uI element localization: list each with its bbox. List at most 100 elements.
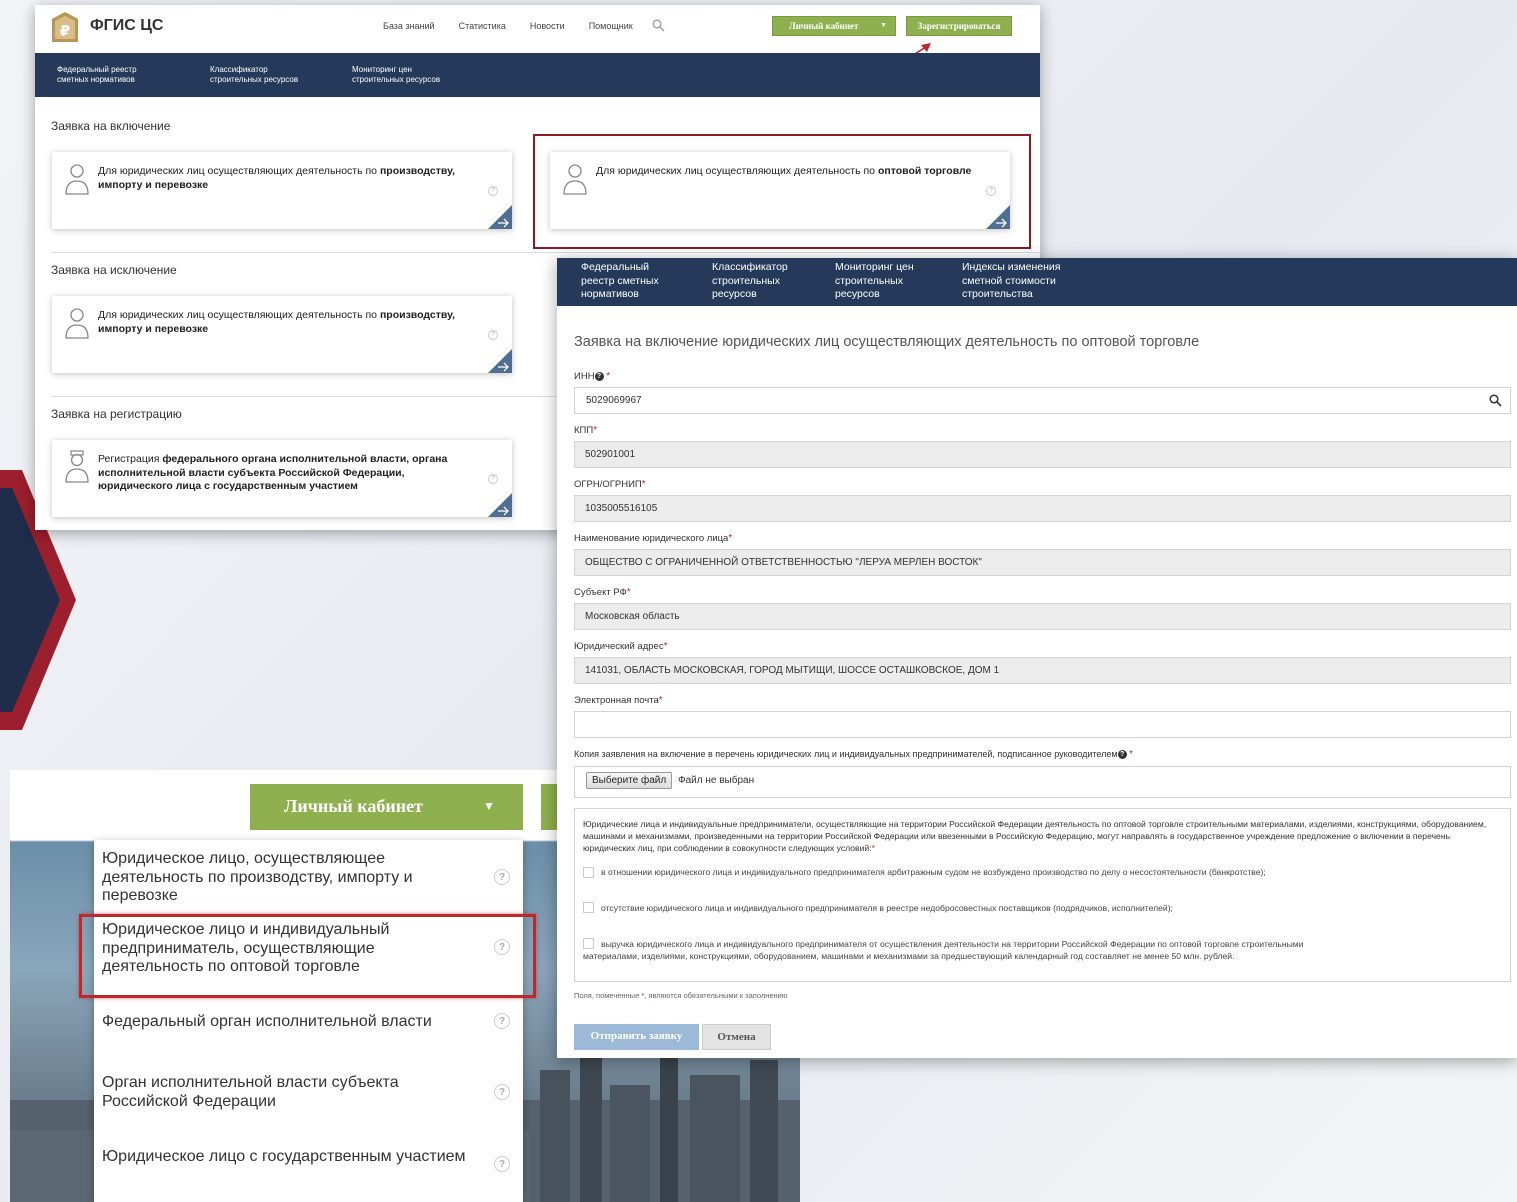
chevron-down-icon: ▼ [483,799,495,813]
cabinet-dropdown-button[interactable]: Личный кабинет ▼ [250,784,523,830]
arrow-corner-icon[interactable] [488,349,512,373]
person-icon [65,308,89,339]
application-form-screenshot: Федеральный реестр сметных нормативов Кл… [557,258,1517,1058]
dropdown-item-state-participation[interactable]: Юридическое лицо с государственным участ… [102,1148,472,1167]
portal-top-nav: База знаний Статистика Новости Помощник [383,21,633,31]
required-asterisk: * [641,479,646,490]
cabinet-dropdown-menu: Юридическое лицо, осуществляющее деятель… [94,840,523,1202]
menu-classifier[interactable]: Классификатор строительных ресурсов [210,65,298,85]
cabinet-dropdown-button[interactable]: Личный кабинет ▼ [772,16,896,36]
legal-address-input[interactable]: 141031, ОБЛАСТЬ МОСКОВСКАЯ, ГОРОД МЫТИЩИ… [574,657,1511,684]
condition-text-1: в отношении юридического лица и индивиду… [601,867,1266,877]
help-icon[interactable]: ? [494,1156,510,1172]
required-note-after: , являются обязательными к заполнению [644,991,788,1000]
region-input[interactable]: Московская область [574,603,1511,630]
choose-file-button[interactable]: Выберите файл [586,772,673,789]
dropdown-item-regional-authority[interactable]: Орган исполнительной власти субъекта Рос… [102,1074,472,1111]
kpp-input[interactable]: 502901001 [574,441,1511,468]
kpp-label-row: КПП* [574,425,597,436]
required-fields-note: Поля, помеченные *, являются обязательны… [574,991,787,1000]
section-divider [51,252,1041,253]
help-icon[interactable]: ? [1117,750,1127,760]
person-icon [65,164,89,195]
section-registration-title: Заявка на регистрацию [51,407,182,421]
section-inclusion-title: Заявка на включение [51,119,171,133]
nav-statistics[interactable]: Статистика [459,21,506,31]
help-icon[interactable]: ? [494,1013,510,1029]
region-label: Субъект РФ [574,587,627,598]
conditions-intro: Юридические лица и индивидуальные предпр… [583,819,1487,853]
ruble-logo-icon: ₽ [52,12,78,42]
help-icon[interactable]: ? [488,330,498,340]
condition-text-2: отсутствие юридического лица и индивидуа… [601,903,1173,913]
inn-label: ИНН [574,371,595,382]
kpp-label: КПП [574,425,594,436]
address-label-row: Юридический адрес* [574,641,667,652]
name-label-row: Наименование юридического лица* [574,533,732,544]
section-exclusion-title: Заявка на исключение [51,263,177,277]
required-asterisk: * [728,533,733,544]
form-menubar: Федеральный реестр сметных нормативов Кл… [557,258,1517,306]
arrow-corner-icon[interactable] [488,205,512,229]
search-icon[interactable] [1489,394,1502,407]
help-icon[interactable]: ? [488,474,498,484]
form-title: Заявка на включение юридических лиц осущ… [574,334,1200,350]
search-icon[interactable] [652,19,665,32]
menu-cost-indices[interactable]: Индексы изменения сметной стоимости стро… [962,261,1060,302]
required-asterisk: * [606,371,611,382]
highlight-frame-wholesale [79,914,536,998]
nav-news[interactable]: Новости [530,21,565,31]
cancel-button[interactable]: Отмена [702,1024,771,1050]
menu-price-monitoring[interactable]: Мониторинг цен строительных ресурсов [835,261,914,302]
cabinet-label: Личный кабинет [284,796,423,816]
conditions-box: Юридические лица и индивидуальные предпр… [574,808,1511,982]
required-asterisk: * [626,587,631,598]
chevron-down-icon: ▼ [880,21,887,29]
portal-brand: ФГИС ЦС [90,17,164,34]
file-status: Файл не выбран [678,775,755,786]
company-name-input[interactable]: ОБЩЕСТВО С ОГРАНИЧЕННОЙ ОТВЕТСТВЕННОСТЬЮ… [574,549,1511,576]
help-icon[interactable]: ? [494,1084,510,1100]
help-icon[interactable]: ? [494,869,510,885]
portal-menubar: Федеральный реестр сметных нормативов Кл… [35,53,1040,97]
required-asterisk: * [663,641,668,652]
svg-text:₽: ₽ [60,22,70,40]
address-label: Юридический адрес [574,641,664,652]
card-text-plain: Для юридических лиц осуществляющих деяте… [98,165,378,177]
name-label: Наименование юридического лица [574,533,729,544]
inn-value: 5029069967 [586,395,642,406]
inn-input[interactable]: 5029069967 [574,387,1511,414]
required-asterisk: * [658,695,663,706]
arrow-corner-icon[interactable] [488,493,512,517]
copy-label: Копия заявления на включение в перечень … [574,749,1118,759]
menu-federal-registry[interactable]: Федеральный реестр сметных нормативов [57,65,137,85]
submit-application-button[interactable]: Отправить заявку [574,1024,699,1050]
ogrn-label: ОГРН/ОГРНИП [574,479,642,490]
menu-federal-registry[interactable]: Федеральный реестр сметных нормативов [581,261,659,302]
email-label-row: Электронная почта* [574,695,663,706]
required-asterisk: * [1129,749,1134,760]
card-text-plain: Для юридических лиц осуществляющих деяте… [98,309,378,321]
inn-label-row: ИНН? * [574,371,610,382]
menu-classifier[interactable]: Классификатор строительных ресурсов [712,261,788,302]
required-note-before: Поля, помеченные [574,991,640,1000]
menu-price-monitoring[interactable]: Мониторинг цен строительных ресурсов [352,65,440,85]
dropdown-item-production[interactable]: Юридическое лицо, осуществляющее деятель… [102,850,472,906]
card-text-plain: Регистрация [98,453,160,465]
help-icon[interactable]: ? [488,186,498,196]
card-exclusion-production[interactable]: Для юридических лиц осуществляющих деяте… [52,296,512,373]
dropdown-item-federal-authority[interactable]: Федеральный орган исполнительной власти [102,1013,472,1032]
email-label: Электронная почта [574,695,659,706]
help-icon[interactable]: ? [594,371,604,381]
card-inclusion-production[interactable]: Для юридических лиц осуществляющих деяте… [52,152,512,229]
highlight-frame-wholesale [533,134,1031,249]
register-button[interactable]: Зарегистрироваться [906,16,1012,36]
required-asterisk: * [871,843,875,853]
nav-assistant[interactable]: Помощник [589,21,633,31]
cabinet-label: Личный кабинет [789,21,859,31]
card-registration-authority[interactable]: Регистрация федерального органа исполнит… [52,440,512,517]
ogrn-input[interactable]: 1035005516105 [574,495,1511,522]
required-asterisk: * [593,425,598,436]
email-field[interactable] [574,711,1511,738]
nav-knowledge-base[interactable]: База знаний [383,21,435,31]
